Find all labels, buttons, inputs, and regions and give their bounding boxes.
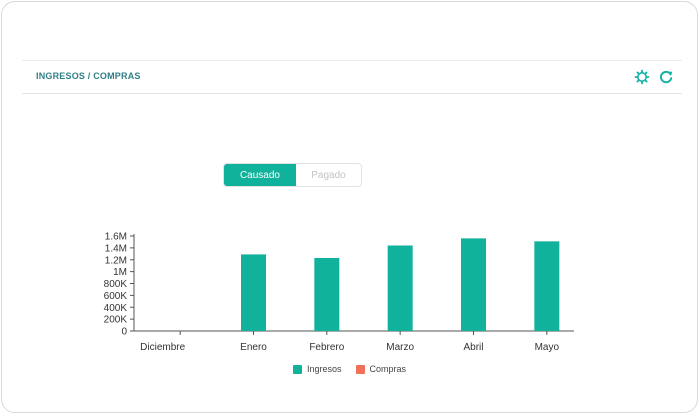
bar-ingresos [534,241,560,331]
y-tick-label: 1M [113,267,127,278]
legend-label-compras: Compras [369,364,407,374]
legend-swatch-ingresos [293,364,302,374]
y-tick-label: 0 [121,327,127,338]
y-tick-label: 400K [104,303,128,314]
y-tick-label: 800K [104,279,128,290]
x-tick-label: Marzo [386,342,414,353]
x-tick-label: Enero [240,342,267,353]
bar-ingresos [461,238,486,331]
chart-legend: Ingresos Compras [293,364,416,374]
legend-item-ingresos[interactable]: Ingresos [293,364,342,374]
legend-swatch-compras [355,364,365,374]
y-tick-label: 1.6M [105,232,127,243]
legend-label-ingresos: Ingresos [307,364,342,374]
y-tick-label: 600K [104,291,128,302]
bar-ingresos [314,257,340,331]
x-tick-label: Abril [463,342,483,353]
y-tick-label: 1.2M [105,255,127,266]
x-tick-label: Diciembre [140,342,185,353]
legend-item-compras[interactable]: Compras [355,364,407,374]
bar-ingresos [387,245,413,331]
bar-ingresos [241,254,266,331]
y-tick-label: 1.4M [105,243,127,254]
x-tick-label: Febrero [309,342,344,353]
y-tick-label: 200K [104,315,128,326]
x-tick-label: Mayo [535,342,560,353]
bar-chart: 0200K400K600K800K1M1.2M1.4M1.6M Diciembre… [104,232,574,353]
